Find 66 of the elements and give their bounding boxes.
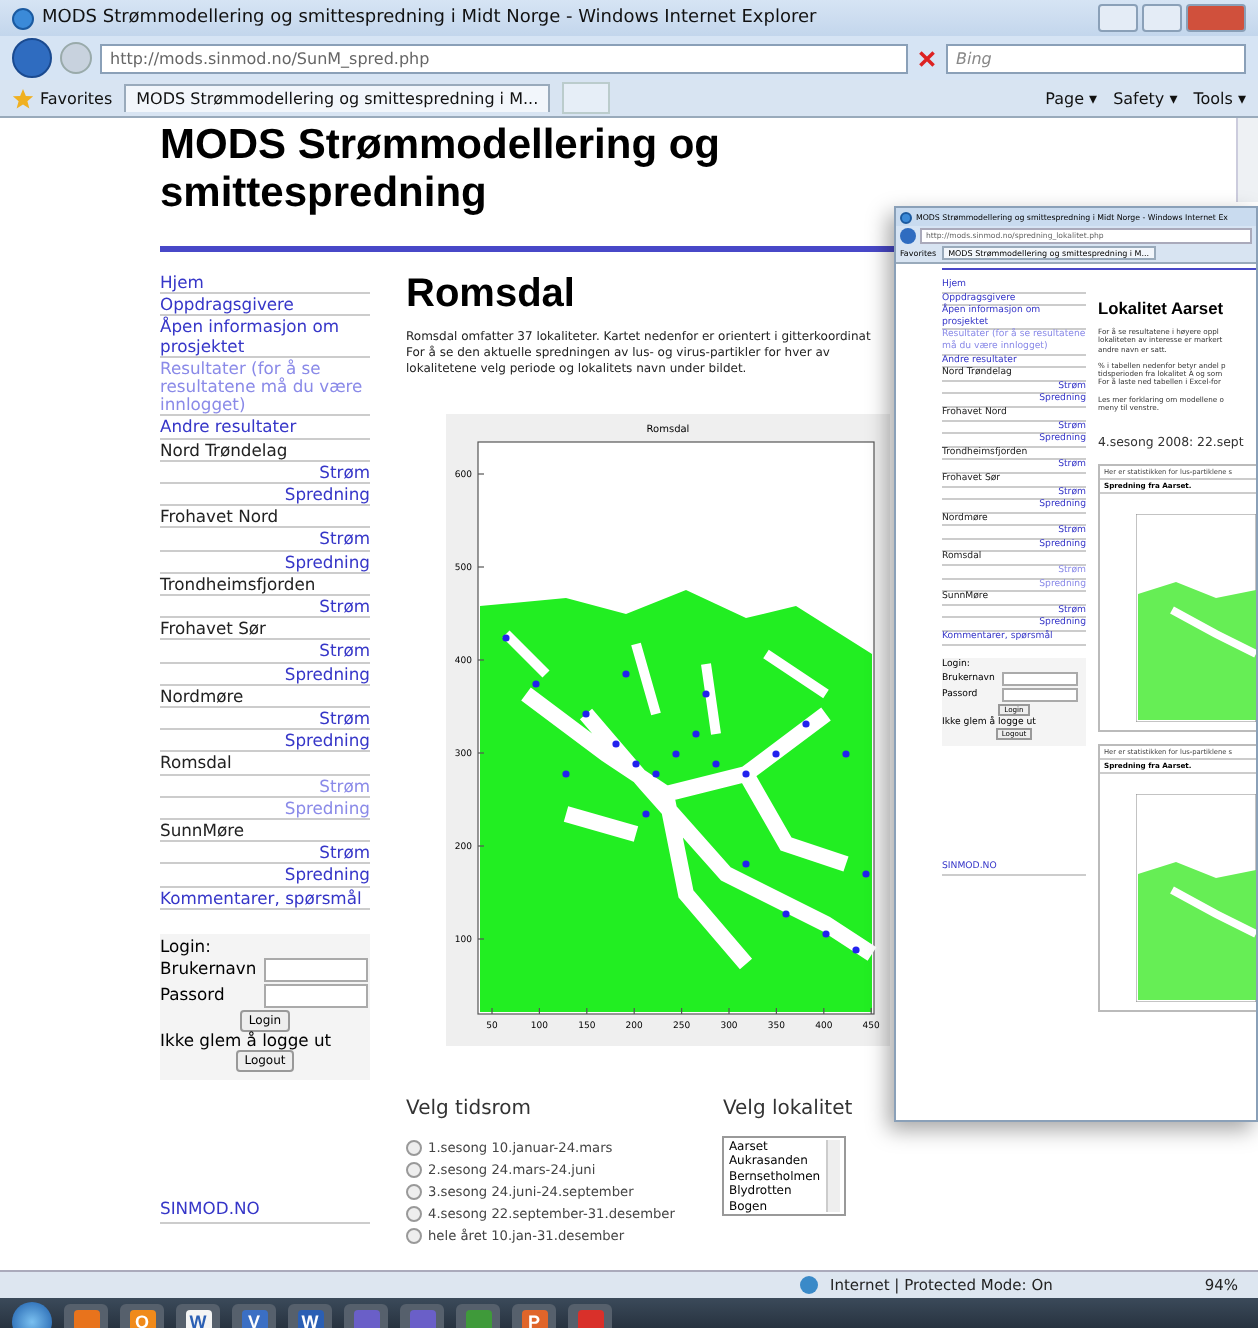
sidebar-link[interactable]: Romsdal — [160, 752, 370, 776]
username-field[interactable] — [1002, 672, 1078, 687]
footer-link[interactable]: SINMOD.NO — [160, 1200, 370, 1223]
sidebar-link[interactable]: Nord Trøndelag — [160, 439, 370, 462]
scrollbar[interactable] — [1236, 118, 1258, 202]
password-field[interactable] — [1002, 688, 1078, 703]
star-icon — [12, 87, 34, 109]
globe-icon — [800, 1276, 818, 1294]
taskbar-button[interactable]: W — [288, 1304, 332, 1328]
sidebar-link[interactable]: Spredning — [160, 864, 370, 888]
radio-button[interactable] — [406, 1184, 422, 1200]
search-field[interactable]: Bing — [946, 43, 1246, 73]
browser-tab[interactable]: MODS Strømmodellering og smittespredning i M... — [124, 84, 551, 112]
sidebar-link[interactable]: Hjem — [160, 272, 370, 295]
sidebar-link[interactable]: Strøm — [160, 640, 370, 664]
radio-button[interactable] — [406, 1162, 422, 1178]
sidebar-link[interactable]: Nordmøre — [160, 685, 370, 709]
taskbar-button[interactable]: V — [232, 1304, 276, 1328]
field-label: Passord — [160, 986, 227, 1006]
favorites-button[interactable]: Favorites — [40, 89, 113, 107]
sidebar-link[interactable]: Åpen informasjon om prosjektet — [160, 316, 370, 358]
address-field[interactable]: http://mods.sinmod.no/SunM_spred.php — [100, 43, 908, 73]
sidebar-link[interactable]: Frohavet Sør — [160, 618, 370, 641]
sidebar-link[interactable]: Kommentarer, spørsmål — [160, 887, 370, 910]
command-menu[interactable]: Safety ▾ — [1113, 89, 1178, 107]
logout-reminder: Ikke glem å logge ut — [160, 1032, 334, 1051]
page-heading: Romsdal — [406, 272, 577, 318]
sidebar-link[interactable]: Spredning — [160, 551, 370, 574]
forward-button[interactable] — [60, 42, 92, 74]
maximize-button[interactable] — [1142, 4, 1182, 32]
sidebar-link[interactable]: Spredning — [160, 663, 370, 686]
command-menu[interactable]: Tools ▾ — [1193, 89, 1246, 107]
new-tab-button[interactable] — [562, 82, 611, 114]
sidebar-link[interactable]: Spredning — [160, 484, 370, 507]
field-label: Brukernavn — [160, 960, 259, 980]
section-heading: Velg tidsrom — [406, 1098, 534, 1120]
radio-button[interactable] — [406, 1228, 422, 1244]
sidebar-link[interactable]: Strøm — [160, 596, 370, 619]
sidebar-link[interactable]: Spredning — [160, 730, 370, 753]
sidebar-link[interactable]: Andre resultater — [160, 416, 370, 440]
section-heading: Velg lokalitet — [722, 1098, 853, 1120]
sidebar-link[interactable]: Strøm — [160, 528, 370, 552]
sidebar-link[interactable]: SunnMøre — [160, 820, 370, 843]
login-heading: Login: — [160, 937, 213, 957]
back-button[interactable] — [12, 38, 52, 78]
command-menu[interactable]: Page ▾ — [1045, 89, 1098, 107]
browser-logo-icon — [12, 7, 34, 29]
sidebar-link[interactable]: Strøm — [160, 842, 370, 865]
password-field[interactable] — [264, 984, 368, 1009]
username-field[interactable] — [264, 958, 368, 983]
sidebar-link[interactable]: Strøm — [160, 461, 370, 485]
radio-button[interactable] — [406, 1206, 422, 1222]
sidebar-link[interactable]: Strøm — [160, 708, 370, 731]
radio-button[interactable] — [406, 1140, 422, 1156]
window-title: MODS Strømmodellering og smittespredning i Midt Norge - Windows Internet Explorer — [42, 8, 817, 28]
minimize-button[interactable] — [1098, 4, 1138, 32]
sidebar-link[interactable]: Trondheimsfjorden — [160, 573, 370, 597]
page-heading: Lokalitet Aarset — [1098, 298, 1226, 318]
sidebar-link[interactable]: Frohavet Nord — [160, 506, 370, 529]
site-title: MODS Strømmodellering og smittespredning — [160, 122, 723, 218]
sidebar-link[interactable]: Oppdragsgivere — [160, 294, 370, 317]
browser-logo-icon — [900, 211, 912, 223]
stop-icon[interactable] — [916, 47, 938, 69]
close-button[interactable] — [1186, 4, 1246, 32]
back-button[interactable] — [900, 227, 916, 243]
taskbar-button[interactable]: W — [176, 1304, 220, 1328]
